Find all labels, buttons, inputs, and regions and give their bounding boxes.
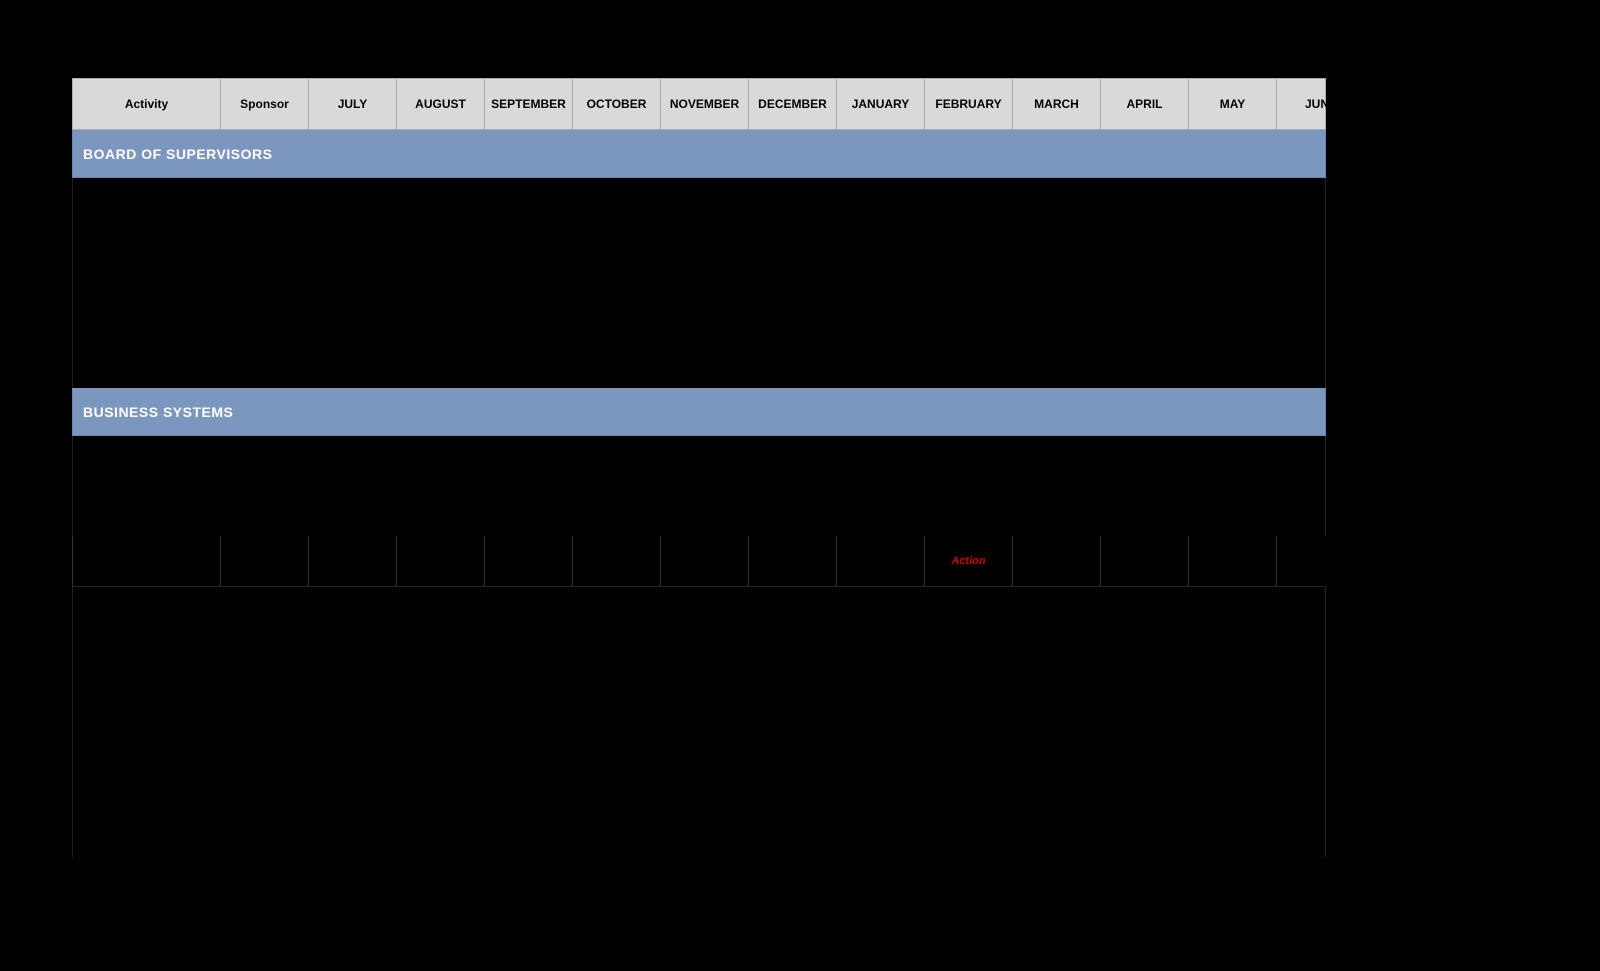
header-october-label: OCTOBER — [587, 97, 647, 111]
header-december-label: DECEMBER — [758, 97, 827, 111]
row-cell-january — [837, 536, 925, 586]
header-february: FEBRUARY — [925, 79, 1013, 129]
header-november: NOVEMBER — [661, 79, 749, 129]
action-label: Action — [951, 555, 985, 567]
row-cell-april — [1101, 536, 1189, 586]
header-february-label: FEBRUARY — [935, 97, 1001, 111]
header-june-label: JUNE — [1305, 97, 1337, 111]
business-systems-rows-top — [72, 436, 1326, 536]
header-december: DECEMBER — [749, 79, 837, 129]
row-cell-december — [749, 536, 837, 586]
header-october: OCTOBER — [573, 79, 661, 129]
row-cell-november — [661, 536, 749, 586]
section-business-systems: BUSINESS SYSTEMS — [72, 388, 1326, 436]
table-header: Activity Sponsor JULY AUGUST SEPTEMBER O… — [72, 78, 1326, 130]
header-july-label: JULY — [338, 97, 368, 111]
row-cell-sponsor — [221, 536, 309, 586]
row-cell-february: Action — [925, 536, 1013, 586]
row-cell-august — [397, 536, 485, 586]
header-july: JULY — [309, 79, 397, 129]
header-sponsor: Sponsor — [221, 79, 309, 129]
header-april-label: APRIL — [1127, 97, 1163, 111]
header-january-label: JANUARY — [852, 97, 910, 111]
header-january: JANUARY — [837, 79, 925, 129]
row-cell-may — [1189, 536, 1277, 586]
header-june: JUNE — [1277, 79, 1365, 129]
row-cell-july — [309, 536, 397, 586]
row-cell-september — [485, 536, 573, 586]
header-march: MARCH — [1013, 79, 1101, 129]
header-april: APRIL — [1101, 79, 1189, 129]
header-march-label: MARCH — [1034, 97, 1079, 111]
section-business-systems-title: BUSINESS SYSTEMS — [83, 404, 233, 420]
section-board-of-supervisors: BOARD OF SUPERVISORS — [72, 130, 1326, 178]
main-table: Activity Sponsor JULY AUGUST SEPTEMBER O… — [72, 78, 1326, 857]
header-september: SEPTEMBER — [485, 79, 573, 129]
header-november-label: NOVEMBER — [670, 97, 739, 111]
header-activity-label: Activity — [125, 97, 168, 111]
row-cell-october — [573, 536, 661, 586]
header-sponsor-label: Sponsor — [240, 97, 289, 111]
header-august: AUGUST — [397, 79, 485, 129]
row-cell-march — [1013, 536, 1101, 586]
header-activity: Activity — [73, 79, 221, 129]
header-may: MAY — [1189, 79, 1277, 129]
header-may-label: MAY — [1220, 97, 1246, 111]
business-systems-rows-bottom — [72, 587, 1326, 857]
header-september-label: SEPTEMBER — [491, 97, 566, 111]
table-row: Action — [72, 536, 1326, 587]
row-cell-activity — [73, 536, 221, 586]
header-august-label: AUGUST — [415, 97, 466, 111]
row-cell-june — [1277, 536, 1365, 586]
board-of-supervisors-rows — [72, 178, 1326, 388]
section-board-of-supervisors-title: BOARD OF SUPERVISORS — [83, 146, 272, 162]
